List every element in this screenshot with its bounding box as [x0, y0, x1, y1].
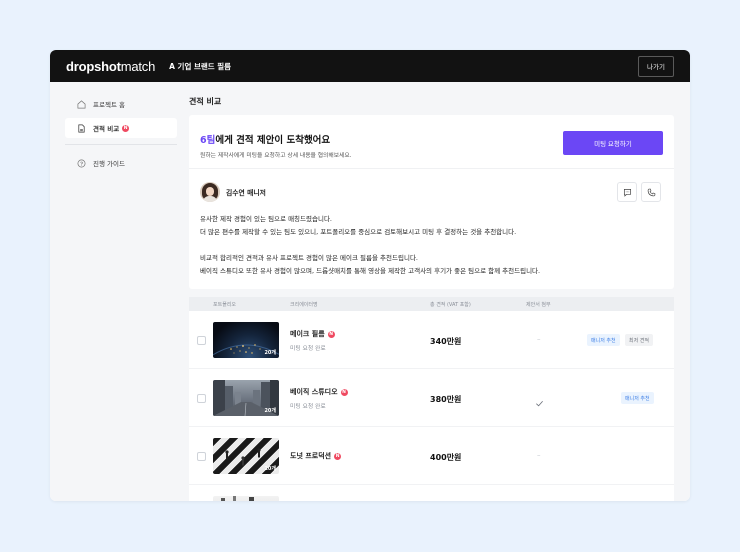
row-checkbox[interactable] — [197, 452, 206, 461]
top-bar: dropshotmatch A 기업 브랜드 필름 나가기 — [50, 50, 690, 82]
manager-pick-tag: 매니저 추천 — [587, 334, 620, 346]
header-portfolio: 포트폴리오 — [213, 302, 237, 308]
table-header: 포트폴리오 크리에이터명 총 견적 (VAT 포함) 제안서 첨부 — [189, 297, 674, 311]
request-meeting-button[interactable]: 미팅 요청하기 — [563, 131, 663, 155]
new-badge: N — [327, 330, 335, 338]
new-badge: N — [340, 388, 348, 396]
sidebar-item-quote-compare[interactable]: 견적 비교 N — [65, 118, 177, 138]
document-icon — [75, 122, 87, 134]
portfolio-count: 20개 — [264, 408, 276, 414]
chat-icon — [623, 188, 631, 197]
content-area: 프로젝트 홈 견적 비교 N 진행 가이드 견적 비교 6팀에게 견적 제안이 … — [50, 82, 690, 501]
creator-name-text: 메이크 필름 — [290, 330, 325, 338]
total-quote: 380만원 — [430, 395, 462, 404]
no-attachment-dash: – — [537, 335, 541, 343]
sidebar-item-label: 프로젝트 홈 — [93, 101, 125, 109]
table-row[interactable]: 20개 도넛 프로덕션 N 400만원 – — [189, 427, 674, 485]
creator-name[interactable]: 베이직 스튜디오 N — [290, 387, 348, 397]
creator-name-text: 도넛 프로덕션 — [290, 452, 332, 460]
table-row[interactable] — [189, 485, 674, 501]
creator-name[interactable]: 메이크 필름 N — [290, 329, 335, 339]
attachment-check-icon — [535, 393, 544, 412]
header-proposal-attachment: 제안서 첨부 — [526, 302, 551, 308]
creator-name[interactable]: 도넛 프로덕션 N — [290, 451, 342, 461]
portfolio-count: 20개 — [264, 466, 276, 472]
card-divider — [189, 168, 674, 169]
header-total-quote: 총 견적 (VAT 포함) — [430, 302, 471, 308]
app-window: dropshotmatch A 기업 브랜드 필름 나가기 프로젝트 홈 견적 … — [50, 50, 690, 501]
new-badge: N — [334, 452, 342, 460]
manager-name: 김수연 매니저 — [226, 189, 266, 197]
headline-text: 에게 견적 제안이 도착했어요 — [215, 135, 331, 146]
new-badge: N — [122, 124, 130, 132]
total-quote: 400만원 — [430, 453, 462, 462]
sidebar-item-guide[interactable]: 진행 가이드 — [65, 153, 177, 173]
main-panel: 견적 비교 6팀에게 견적 제안이 도착했어요 원하는 제작사에게 미팅을 요청… — [189, 82, 674, 501]
lowest-quote-tag: 최저 견적 — [625, 334, 653, 346]
portfolio-thumbnail[interactable]: 20개 — [213, 380, 279, 416]
logo-light-text: match — [120, 58, 156, 74]
portfolio-count: 20개 — [264, 350, 276, 356]
total-quote: 340만원 — [430, 337, 462, 346]
sidebar-item-label: 견적 비교 — [93, 125, 120, 133]
quote-table: 포트폴리오 크리에이터명 총 견적 (VAT 포함) 제안서 첨부 20개 메이… — [189, 297, 674, 501]
logo-bold-text: dropshot — [66, 58, 121, 74]
manager-message-line: 비교적 합리적인 견적과 유사 프로젝트 경험이 많은 메이크 필름을 추천드립… — [200, 254, 419, 262]
manager-avatar — [200, 182, 220, 202]
table-row[interactable]: 20개 베이직 스튜디오 N 미팅 요청 완료 380만원 매니저 추천 — [189, 369, 674, 427]
manager-message-line: 더 많은 편수를 제작할 수 있는 팀도 있으니, 포트폴리오를 중심으로 검토… — [200, 228, 517, 236]
project-title: A 기업 브랜드 필름 — [169, 61, 232, 71]
phone-icon — [647, 188, 655, 196]
chat-button[interactable] — [617, 182, 637, 202]
summary-card: 6팀에게 견적 제안이 도착했어요 원하는 제작사에게 미팅을 요청하고 상세 … — [189, 115, 674, 289]
no-attachment-dash: – — [537, 451, 541, 459]
portfolio-thumbnail[interactable]: 20개 — [213, 438, 279, 474]
dropshot-match-logo[interactable]: dropshotmatch — [66, 59, 155, 74]
page-title: 견적 비교 — [189, 97, 222, 106]
portfolio-thumbnail[interactable] — [213, 496, 279, 501]
sidebar-item-label: 진행 가이드 — [93, 160, 125, 168]
manager-message-line: 베이직 스튜디오 또한 유사 경험이 많으며, 드롭샷매치를 통해 영상을 제작… — [200, 267, 541, 275]
call-button[interactable] — [641, 182, 661, 202]
proposal-headline: 6팀에게 견적 제안이 도착했어요 — [200, 132, 330, 146]
help-circle-icon — [75, 157, 87, 169]
header-creator: 크리에이터명 — [290, 302, 318, 308]
meeting-status: 미팅 요청 완료 — [290, 404, 326, 410]
team-count: 6팀 — [200, 135, 216, 146]
manager-info: 김수연 매니저 — [200, 182, 266, 202]
headline-subtext: 원하는 제작사에게 미팅을 요청하고 상세 내용을 협의해보세요. — [200, 153, 352, 159]
exit-button[interactable]: 나가기 — [638, 55, 674, 77]
meeting-status: 미팅 요청 완료 — [290, 346, 326, 352]
row-checkbox[interactable] — [197, 336, 206, 345]
portfolio-thumbnail[interactable]: 20개 — [213, 322, 279, 358]
sidebar-divider — [65, 144, 177, 145]
manager-message-line: 유사한 제작 경험이 있는 팀으로 매칭드렸습니다. — [200, 215, 332, 223]
home-icon — [75, 98, 87, 110]
table-row[interactable]: 20개 메이크 필름 N 미팅 요청 완료 340만원 – 매니저 추천 최저 … — [189, 311, 674, 369]
manager-pick-tag: 매니저 추천 — [621, 392, 654, 404]
creator-name-text: 베이직 스튜디오 — [290, 388, 338, 396]
sidebar: 프로젝트 홈 견적 비교 N 진행 가이드 — [50, 82, 189, 501]
row-checkbox[interactable] — [197, 394, 206, 403]
sidebar-item-project-home[interactable]: 프로젝트 홈 — [65, 94, 177, 114]
